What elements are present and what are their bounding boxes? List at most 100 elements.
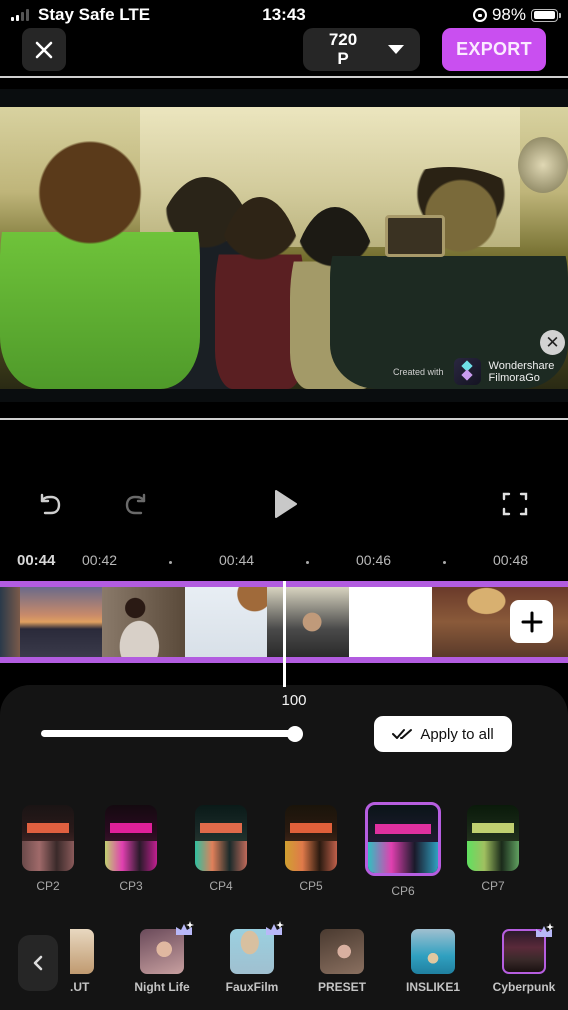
carrier-label: Stay Safe LTE [38, 5, 151, 24]
clip-thumbnail [20, 587, 102, 657]
premium-crown-icon [266, 921, 284, 935]
playhead[interactable] [283, 581, 286, 687]
fullscreen-icon [502, 492, 528, 516]
tick-dot [169, 561, 172, 564]
filter-thumbnail [195, 805, 247, 871]
premium-crown-icon [536, 923, 554, 937]
filter-label: CP7 [481, 879, 505, 893]
watermark[interactable]: Created with Wondershare FilmoraGo [393, 358, 554, 385]
preset-thumbnail [230, 921, 284, 974]
preset-thumbnail [320, 929, 364, 974]
filter-label: CP4 [209, 879, 233, 893]
video-frame [0, 107, 568, 389]
filter-thumbnail [105, 805, 157, 871]
preset-label: Cyberpunk [492, 980, 556, 994]
chevron-left-icon [33, 955, 43, 971]
preset-thumbnail [411, 929, 455, 974]
filter-thumbnail [365, 802, 441, 876]
preset-item-inslike1[interactable]: INSLIKE1 [398, 929, 468, 994]
filmorago-logo-icon [453, 358, 481, 385]
play-button[interactable] [269, 488, 301, 520]
intensity-slider[interactable] [41, 730, 297, 737]
apply-to-all-label: Apply to all [420, 725, 494, 743]
watermark-product: FilmoraGo [488, 371, 540, 384]
time-tick: 00:42 [82, 552, 118, 568]
status-bar: Stay Safe LTE 13:43 98% [0, 0, 568, 30]
time-tick: 00:46 [356, 552, 392, 568]
undo-button[interactable] [34, 488, 66, 520]
filter-thumbnail [285, 805, 337, 871]
clip-thumbnail [349, 587, 432, 657]
redo-icon [125, 493, 146, 515]
battery-percent: 98% [491, 5, 526, 24]
preset-label: PRESET [317, 980, 366, 994]
close-button[interactable] [22, 28, 66, 71]
watermark-close-button[interactable]: ✕ [540, 330, 565, 355]
preset-thumbnail [502, 923, 554, 974]
divider [0, 76, 568, 78]
clip-thumbnail [185, 587, 267, 657]
current-time: 00:44 [17, 552, 56, 569]
rotation-lock-icon [472, 8, 487, 22]
preset-item-fauxfilm[interactable]: FauxFilm [217, 921, 287, 994]
intensity-value: 100 [281, 692, 307, 709]
preset-label: INSLIKE1 [405, 980, 460, 994]
redo-button[interactable] [120, 488, 152, 520]
undo-icon [40, 493, 61, 515]
divider [0, 418, 568, 420]
close-circle-icon: ✕ [545, 332, 560, 352]
premium-crown-icon [176, 921, 194, 935]
plus-icon [521, 611, 542, 632]
preset-thumbnail [140, 921, 194, 974]
filter-item-cp3[interactable]: CP3 [93, 805, 169, 893]
preset-category-list: .UT Night Life FauxFilm PRESET INSLIKE1 … [0, 921, 568, 1010]
back-button[interactable] [18, 935, 58, 991]
filter-label: CP5 [299, 879, 323, 893]
filter-thumbnail [467, 805, 519, 871]
preset-item-night-life[interactable]: Night Life [127, 921, 197, 994]
preset-thumbnail [70, 929, 94, 974]
watermark-created-text: Created with [393, 366, 444, 377]
signal-icon [11, 9, 29, 21]
clip-thumbnail [102, 587, 185, 657]
resolution-value: 720 [328, 30, 358, 49]
filter-item-cp6[interactable]: CP6 [365, 802, 441, 898]
video-preview[interactable] [0, 89, 568, 402]
clip-thumbnail [267, 587, 349, 657]
watermark-brand: Wondershare [488, 359, 555, 372]
tick-dot [306, 561, 309, 564]
time-tick: 00:44 [219, 552, 255, 568]
preset-item-lut[interactable]: .UT [70, 929, 100, 994]
apply-to-all-button[interactable]: Apply to all [374, 716, 512, 752]
close-icon [35, 41, 53, 58]
battery-icon [531, 8, 561, 22]
tick-dot [443, 561, 446, 564]
filter-item-cp7[interactable]: CP7 [455, 805, 531, 893]
caret-down-icon [388, 45, 404, 54]
resolution-unit: P [337, 49, 349, 68]
add-clip-button[interactable] [510, 600, 553, 643]
resolution-dropdown[interactable]: 720 P [303, 28, 420, 71]
play-icon [275, 490, 297, 518]
filter-label: CP3 [119, 879, 143, 893]
filter-list: CP2 CP3 CP4 CP5 CP6 CP7 [0, 802, 568, 900]
filter-item-cp5[interactable]: CP5 [273, 805, 349, 893]
clip-thumbnail [0, 587, 20, 657]
preset-label: .UT [70, 980, 90, 994]
time-tick: 00:48 [493, 552, 529, 568]
filter-label: CP2 [36, 879, 60, 893]
intensity-slider-thumb[interactable] [287, 726, 303, 742]
preset-item-cyberpunk[interactable]: Cyberpunk [488, 923, 560, 994]
filter-item-cp4[interactable]: CP4 [183, 805, 259, 893]
preset-label: FauxFilm [225, 980, 279, 994]
filter-thumbnail [22, 805, 74, 871]
time-ruler[interactable]: 00:44 00:42 00:44 00:46 00:48 [0, 552, 568, 572]
preset-label: Night Life [134, 980, 190, 994]
double-check-icon [392, 729, 413, 739]
filter-item-cp2[interactable]: CP2 [10, 805, 86, 893]
export-button[interactable]: EXPORT [442, 28, 546, 71]
filter-label: CP6 [391, 884, 415, 898]
playhead-tail [283, 685, 286, 687]
fullscreen-button[interactable] [499, 488, 531, 520]
preset-item-preset[interactable]: PRESET [307, 929, 377, 994]
